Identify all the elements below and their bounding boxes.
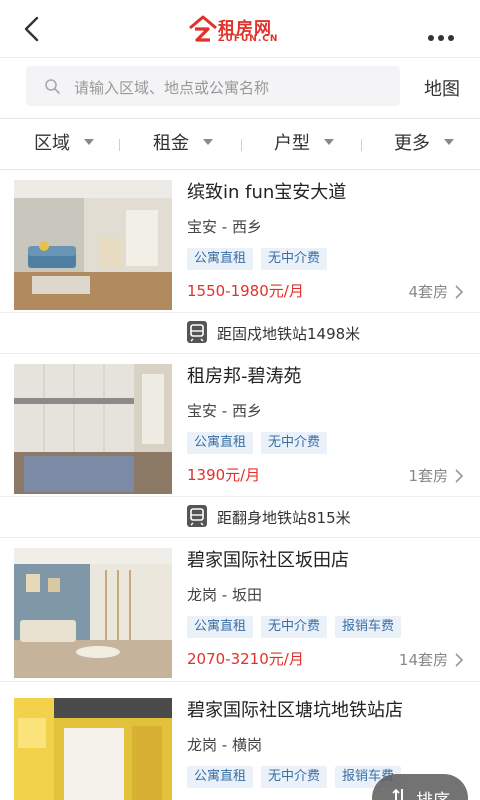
search-row: 请输入区域、地点或公寓名称 地图 bbox=[0, 58, 480, 118]
filter-layout-label: 户型 bbox=[274, 133, 310, 154]
metro-info: 距固戍地铁站1498米 bbox=[0, 312, 480, 354]
logo-domain: ZUFUN.CN bbox=[218, 34, 279, 44]
listing-tags: 公寓直租 无中介费 bbox=[187, 431, 335, 454]
filter-area[interactable]: 区域 bbox=[34, 119, 94, 169]
map-button[interactable]: 地图 bbox=[424, 75, 460, 101]
listing-photo bbox=[14, 548, 172, 678]
divider bbox=[241, 139, 242, 151]
back-icon[interactable] bbox=[18, 14, 48, 44]
listing-list: 缤致in fun宝安大道 宝安 - 西乡 公寓直租 无中介费 1550-1980元… bbox=[0, 170, 480, 800]
chevron-right-icon[interactable] bbox=[454, 652, 464, 667]
chevron-right-icon[interactable] bbox=[454, 468, 464, 483]
listing-card[interactable]: 租房邦-碧涛苑 宝安 - 西乡 公寓直租 无中介费 1390元/月 1套房 距翻身… bbox=[0, 354, 480, 538]
listing-room-count[interactable]: 1套房 bbox=[408, 465, 448, 486]
listing-price: 2070-3210元/月 bbox=[187, 650, 304, 668]
listing-location: 龙岗 - 坂田 bbox=[187, 586, 262, 604]
metro-distance: 距固戍地铁站1498米 bbox=[217, 325, 361, 343]
listing-photo bbox=[14, 698, 172, 800]
search-icon bbox=[44, 78, 60, 94]
tag: 公寓直租 bbox=[187, 766, 254, 788]
listing-title[interactable]: 租房邦-碧涛苑 bbox=[187, 362, 302, 388]
listing-price: 1550-1980元/月 bbox=[187, 282, 304, 300]
tag: 无中介费 bbox=[261, 432, 328, 454]
sort-label: 排序 bbox=[416, 786, 450, 800]
tag: 无中介费 bbox=[261, 616, 328, 638]
metro-distance: 距翻身地铁站815米 bbox=[217, 509, 351, 527]
filter-rent[interactable]: 租金 bbox=[153, 119, 213, 169]
chevron-right-icon[interactable] bbox=[454, 284, 464, 299]
listing-title[interactable]: 碧家国际社区坂田店 bbox=[187, 546, 349, 572]
tag: 无中介费 bbox=[261, 766, 328, 788]
top-bar: 租房网 ZUFUN.CN bbox=[0, 0, 480, 58]
tag: 无中介费 bbox=[261, 248, 328, 270]
divider bbox=[119, 139, 120, 151]
more-icon[interactable] bbox=[428, 26, 458, 41]
listing-photo bbox=[14, 180, 172, 310]
sort-button[interactable]: 排序 bbox=[372, 774, 468, 800]
listing-card[interactable]: 碧家国际社区坂田店 龙岗 - 坂田 公寓直租 无中介费 报销车费 2070-3210… bbox=[0, 538, 480, 682]
caret-down-icon bbox=[444, 139, 454, 145]
listing-photo bbox=[14, 364, 172, 494]
search-placeholder: 请输入区域、地点或公寓名称 bbox=[74, 79, 270, 97]
filter-more-label: 更多 bbox=[394, 133, 430, 154]
listing-room-count[interactable]: 4套房 bbox=[408, 281, 448, 302]
metro-icon bbox=[187, 321, 207, 343]
tag: 报销车费 bbox=[335, 616, 402, 638]
tag: 公寓直租 bbox=[187, 248, 254, 270]
listing-location: 龙岗 - 横岗 bbox=[187, 736, 262, 754]
filter-rent-label: 租金 bbox=[153, 133, 189, 154]
filter-bar: 区域 租金 户型 更多 bbox=[0, 118, 480, 170]
tag: 公寓直租 bbox=[187, 616, 254, 638]
caret-down-icon bbox=[203, 139, 213, 145]
sort-icon bbox=[392, 788, 406, 800]
tag: 公寓直租 bbox=[187, 432, 254, 454]
listing-tags: 公寓直租 无中介费 bbox=[187, 247, 335, 270]
divider bbox=[361, 139, 362, 151]
house-logo-icon bbox=[188, 14, 218, 44]
search-input[interactable]: 请输入区域、地点或公寓名称 bbox=[26, 66, 400, 106]
listing-price: 1390元/月 bbox=[187, 466, 261, 484]
listing-card[interactable]: 缤致in fun宝安大道 宝安 - 西乡 公寓直租 无中介费 1550-1980元… bbox=[0, 170, 480, 354]
listing-room-count[interactable]: 14套房 bbox=[399, 649, 448, 670]
filter-area-label: 区域 bbox=[34, 133, 70, 154]
listing-title[interactable]: 碧家国际社区塘坑地铁站店 bbox=[187, 696, 403, 722]
caret-down-icon bbox=[84, 139, 94, 145]
metro-icon bbox=[187, 505, 207, 527]
filter-more[interactable]: 更多 bbox=[394, 119, 454, 169]
logo: 租房网 ZUFUN.CN bbox=[188, 12, 294, 46]
caret-down-icon bbox=[324, 139, 334, 145]
metro-info: 距翻身地铁站815米 bbox=[0, 496, 480, 538]
listing-title[interactable]: 缤致in fun宝安大道 bbox=[187, 178, 346, 204]
listing-tags: 公寓直租 无中介费 报销车费 bbox=[187, 615, 409, 638]
listing-location: 宝安 - 西乡 bbox=[187, 218, 262, 236]
filter-layout[interactable]: 户型 bbox=[274, 119, 334, 169]
listing-location: 宝安 - 西乡 bbox=[187, 402, 262, 420]
